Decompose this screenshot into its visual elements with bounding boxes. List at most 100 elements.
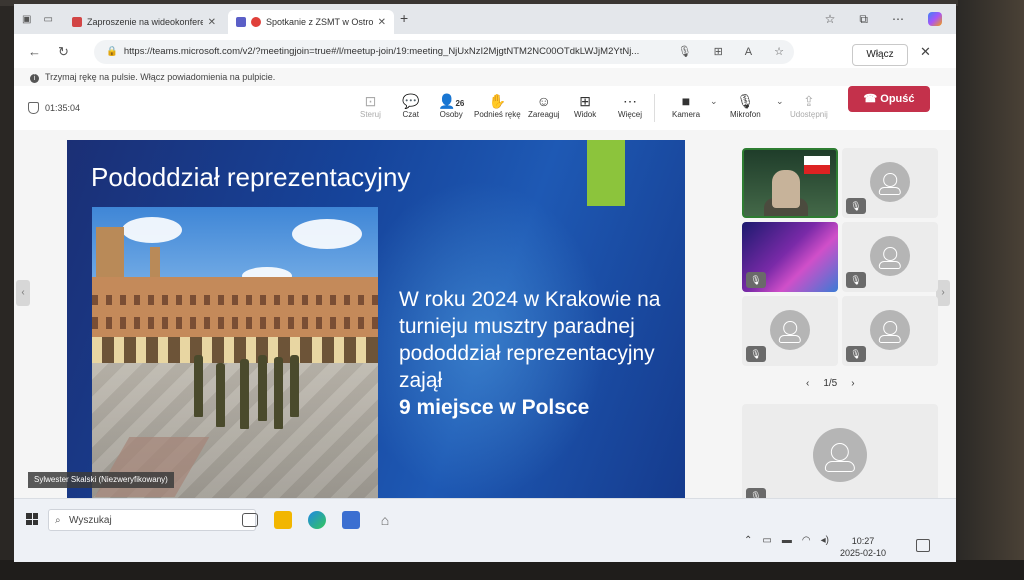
tab-invitation[interactable]: Zaproszenie na wideokonferencję ✕ xyxy=(64,10,224,34)
show-hidden-icon[interactable]: ⌃ xyxy=(744,535,752,546)
present-button[interactable]: ⇪ Udostępnij xyxy=(790,92,828,119)
people-icon: 👤26 xyxy=(438,93,465,109)
search-icon: ⌕ xyxy=(55,515,61,526)
camera-button[interactable]: ■ Kamera xyxy=(672,92,700,119)
meeting-stage: ‹ › Pododdział reprezentacyjny W roku 20… xyxy=(14,130,956,522)
raise-hand-button[interactable]: ✋ Podnieś rękę xyxy=(474,92,521,119)
next-page-icon[interactable]: › xyxy=(851,378,854,389)
participants-pager: ‹ 1/5 › xyxy=(806,378,855,389)
camera-label: Kamera xyxy=(672,110,701,119)
photo-cloud xyxy=(122,217,182,243)
taskbar-clock[interactable]: 10:27 2025-02-10 xyxy=(840,535,886,559)
task-view-icon[interactable] xyxy=(242,513,258,527)
raise-hand-label: Podnieś rękę xyxy=(474,110,521,119)
present-label: Udostępnij xyxy=(790,110,828,119)
battery-icon[interactable]: ▬ xyxy=(782,535,792,546)
participant-tile[interactable]: 🎙 xyxy=(842,222,938,292)
close-tab-icon[interactable]: ✕ xyxy=(208,17,216,28)
refresh-icon[interactable]: ↻ xyxy=(58,44,69,60)
copilot-icon[interactable] xyxy=(928,12,942,26)
notification-center-icon[interactable] xyxy=(916,539,930,552)
grid-icon: ⊞ xyxy=(579,93,591,109)
participant-tile[interactable]: 🎙 xyxy=(742,222,838,292)
clock-time: 10:27 xyxy=(851,536,875,546)
favorites-icon[interactable]: ☆ xyxy=(825,12,836,27)
collections-icon[interactable]: ⧉ xyxy=(859,12,868,27)
photo-cloud xyxy=(292,219,362,249)
muted-mic-icon: 🎙 xyxy=(746,272,766,288)
slide-body: W roku 2024 w Krakowie na turnieju muszt… xyxy=(399,286,669,421)
mic-label: Mikrofon xyxy=(730,110,761,119)
avatar-icon xyxy=(870,310,910,350)
new-tab-button[interactable]: + xyxy=(400,10,408,26)
avatar-icon xyxy=(870,162,910,202)
enable-notifications-button[interactable]: Włącz xyxy=(852,44,908,66)
more-icon[interactable]: ⋯ xyxy=(892,12,904,27)
file-explorer-icon[interactable] xyxy=(274,511,292,529)
back-icon[interactable]: ← xyxy=(28,44,41,59)
meeting-timer: 01:35:04 xyxy=(28,102,80,114)
slide-body-text: W roku 2024 w Krakowie na turnieju muszt… xyxy=(399,288,661,392)
participant-video-tile[interactable] xyxy=(742,148,838,218)
mic-options-chevron-icon[interactable]: ⌄ xyxy=(776,96,784,107)
url-actions: 🎙 ⊞ A ☆ xyxy=(678,40,784,64)
mic-permission-icon[interactable]: 🎙 xyxy=(678,40,692,64)
tab-actions-icon[interactable]: ▭ xyxy=(43,14,52,25)
smiley-icon: ☺ xyxy=(536,93,551,109)
lock-icon: 🔒 xyxy=(106,46,118,57)
participant-tile-large[interactable]: 🎙 xyxy=(742,404,938,508)
store-icon[interactable] xyxy=(342,511,360,529)
volume-icon[interactable]: ◂) xyxy=(821,535,829,546)
favorite-star-icon[interactable]: ☆ xyxy=(774,40,784,64)
timer-text: 01:35:04 xyxy=(45,103,81,113)
info-icon: i xyxy=(30,74,39,83)
presenter-name-label: Sylwester Skalski (Niezweryfikowany) xyxy=(28,472,174,488)
browser-tab-strip: ▣ ▭ Zaproszenie na wideokonferencję ✕ Sp… xyxy=(14,4,956,34)
upload-icon: ⇪ xyxy=(803,93,815,109)
page-indicator: 1/5 xyxy=(823,378,838,389)
collapse-left-icon[interactable]: ‹ xyxy=(16,280,30,306)
react-label: Zareaguj xyxy=(528,110,560,119)
address-bar-row: ← ↻ 🔒 https://teams.microsoft.com/v2/?mee… xyxy=(14,34,956,68)
edge-icon[interactable] xyxy=(308,511,326,529)
url-field[interactable]: 🔒 https://teams.microsoft.com/v2/?meeting… xyxy=(94,40,794,64)
mic-button[interactable]: 🎙 Mikrofon xyxy=(730,92,761,119)
more-dots-icon: ⋯ xyxy=(623,93,637,109)
taskbar-search[interactable]: ⌕ Wyszukaj xyxy=(48,509,256,531)
wifi-icon[interactable]: ◠ xyxy=(802,535,811,546)
collapse-right-icon[interactable]: › xyxy=(936,280,950,306)
participant-count: 26 xyxy=(455,99,465,108)
react-button[interactable]: ☺ Zareaguj xyxy=(528,92,560,119)
leave-button[interactable]: ☎ Opuść xyxy=(848,86,930,112)
avatar-icon xyxy=(770,310,810,350)
close-tab-icon[interactable]: ✕ xyxy=(378,17,386,28)
notification-bar: i Trzymaj rękę na pulsie. Włącz powiadomi… xyxy=(14,68,956,86)
start-icon[interactable] xyxy=(26,513,38,525)
read-aloud-icon[interactable]: A xyxy=(745,40,752,64)
workspaces-icon[interactable]: ▣ xyxy=(22,14,31,25)
chat-icon: 💬 xyxy=(402,93,420,109)
meet-now-icon[interactable]: ▭ xyxy=(762,535,771,546)
participant-tile[interactable]: 🎙 xyxy=(842,148,938,218)
participant-tile[interactable]: 🎙 xyxy=(842,296,938,366)
photo-soldier xyxy=(274,357,283,429)
more-label: Więcej xyxy=(618,110,643,119)
people-button[interactable]: 👤26 Osoby xyxy=(438,92,464,119)
control-button[interactable]: ⊡ Steruj xyxy=(360,92,381,119)
building-windows xyxy=(92,317,378,329)
url-text: https://teams.microsoft.com/v2/?meetingj… xyxy=(123,46,640,57)
people-label: Osoby xyxy=(439,110,463,119)
close-notification-icon[interactable]: ✕ xyxy=(920,44,931,60)
home-icon[interactable]: ⌂ xyxy=(376,511,394,529)
view-button[interactable]: ⊞ Widok xyxy=(574,92,596,119)
muted-mic-icon: 🎙 xyxy=(846,198,866,214)
tab-title: Zaproszenie na wideokonferencję xyxy=(87,17,203,27)
chat-button[interactable]: 💬 Czat xyxy=(402,92,419,119)
apps-icon[interactable]: ⊞ xyxy=(714,40,723,64)
camera-options-chevron-icon[interactable]: ⌄ xyxy=(710,96,718,107)
prev-page-icon[interactable]: ‹ xyxy=(806,378,809,389)
tab-meeting[interactable]: Spotkanie z ZSMT w Ostrowi ✕ xyxy=(228,10,394,34)
person-head xyxy=(772,170,800,208)
more-button[interactable]: ⋯ Więcej xyxy=(618,92,642,119)
participant-tile[interactable]: 🎙 xyxy=(742,296,838,366)
